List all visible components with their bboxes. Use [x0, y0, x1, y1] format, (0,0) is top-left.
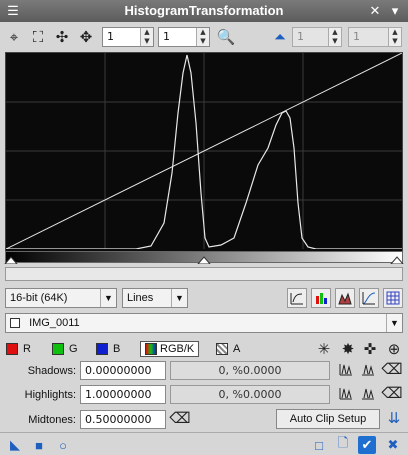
- shadows-readout: 0, %0.0000: [170, 361, 330, 380]
- arrow-up-icon[interactable]: ⏶: [270, 27, 290, 47]
- zoom-reset-icon[interactable]: 🔍: [216, 27, 236, 47]
- script-icon[interactable]: 🗋: [334, 435, 352, 454]
- image-icon: [10, 318, 20, 329]
- bit-depth-select[interactable]: 16-bit (64K) ▼: [5, 288, 117, 308]
- graph-style-select[interactable]: Lines ▼: [122, 288, 188, 308]
- clip-shadows-icon[interactable]: [336, 359, 356, 379]
- view-select[interactable]: IMG_0011 ▼: [5, 313, 403, 333]
- channel-rgbk-box: RGB/K: [140, 341, 200, 357]
- log-scale-icon[interactable]: [287, 288, 307, 308]
- channel-rgbk-label: RGB/K: [160, 343, 195, 355]
- channel-g-label: G: [69, 343, 78, 355]
- browse-documentation-icon[interactable]: □: [310, 436, 328, 454]
- apply-check-icon[interactable]: ✔: [358, 436, 376, 454]
- chevron-down-icon: ▼: [100, 289, 116, 307]
- shadows-handle-icon[interactable]: [4, 256, 18, 264]
- highlights-input[interactable]: 1.00000000: [80, 385, 166, 404]
- reset-highlights-icon[interactable]: ⌫: [381, 383, 402, 403]
- channel-r-label: R: [23, 343, 31, 355]
- channel-a[interactable]: A: [216, 341, 240, 357]
- title-bar: ☰ HistogramTransformation ✕ ▾: [0, 0, 408, 22]
- spinner-arrows-icon: ▲ ▼: [328, 28, 341, 46]
- channel-b-label: B: [113, 343, 121, 355]
- apply-global-icon[interactable]: ■: [30, 436, 48, 454]
- midtones-handle-icon[interactable]: [197, 256, 211, 264]
- horizontal-zoom-spinner[interactable]: 1 ▲ ▼: [102, 27, 154, 47]
- gear-icon[interactable]: ✸: [338, 339, 358, 359]
- spinner-arrows-icon[interactable]: ▲ ▼: [196, 28, 209, 46]
- vertical-zoom-spinner[interactable]: 1 ▲ ▼: [158, 27, 210, 47]
- highlights-readout: 0, %0.0000: [170, 385, 330, 404]
- window-title: HistogramTransformation: [124, 3, 284, 18]
- crosshair-icon[interactable]: ⌖: [4, 27, 24, 47]
- shadows-label: Shadows:: [27, 365, 76, 377]
- reticle-icon[interactable]: ⊕: [384, 339, 404, 359]
- new-instance-icon[interactable]: ◣: [6, 436, 24, 454]
- expand-down-icon[interactable]: ⇊: [384, 408, 404, 428]
- auto-clip-setup-button[interactable]: Auto Clip Setup: [276, 409, 380, 429]
- shade-icon[interactable]: ▾: [386, 2, 404, 20]
- grid-toggle-icon[interactable]: [383, 288, 403, 308]
- spinner-arrows-icon: ▲ ▼: [388, 28, 401, 46]
- red-swatch: [6, 343, 18, 355]
- histogram-graph: [6, 53, 402, 249]
- view-select-value: IMG_0011: [29, 317, 80, 329]
- clip-highlights-icon[interactable]: [336, 383, 356, 403]
- curve-view-icon[interactable]: [359, 288, 379, 308]
- zoom-out-mode-icon[interactable]: ✣: [52, 27, 72, 47]
- horizontal-scrollbar[interactable]: [5, 267, 403, 281]
- channel-r[interactable]: R: [6, 341, 31, 357]
- channel-a-label: A: [233, 343, 241, 355]
- zoom-in-mode-icon[interactable]: ⛶: [28, 27, 48, 47]
- rgb-histogram-icon[interactable]: [311, 288, 331, 308]
- input-range-value: 1: [297, 30, 304, 43]
- midtones-label: Midtones:: [28, 414, 76, 426]
- midtones-input[interactable]: 0.50000000: [80, 410, 166, 429]
- blue-swatch: [96, 343, 108, 355]
- crosshair-target-icon[interactable]: ✜: [360, 339, 380, 359]
- graph-style-value: Lines: [127, 292, 154, 304]
- clip-shadows-all-icon[interactable]: [358, 359, 378, 379]
- output-range-spinner: 1 ▲ ▼: [348, 27, 402, 47]
- toolbar: ⌖ ⛶ ✣ ✥ 1 ▲ ▼ 1 ▲ ▼ 🔍 ⏶ 1 ▲ ▼ 1 ▲ ▼: [0, 24, 408, 50]
- channel-g[interactable]: G: [52, 341, 78, 357]
- clip-highlights-all-icon[interactable]: [358, 383, 378, 403]
- highlights-label: Highlights:: [24, 389, 76, 401]
- channel-rgbk[interactable]: RGB/K: [140, 341, 200, 357]
- highlights-handle-icon[interactable]: [390, 256, 404, 264]
- rgb-swatch: [145, 343, 157, 355]
- alpha-swatch: [216, 343, 228, 355]
- real-time-preview-icon[interactable]: ○: [54, 436, 72, 454]
- spinner-arrows-icon[interactable]: ▲ ▼: [140, 28, 153, 46]
- green-swatch: [52, 343, 64, 355]
- bottom-toolbar: ◣ ■ ○ □ 🗋 ✔ ✖: [0, 432, 408, 455]
- channel-b[interactable]: B: [96, 341, 120, 357]
- shadows-input[interactable]: 0.00000000: [80, 361, 166, 380]
- slider-handles: [4, 256, 404, 264]
- chevron-down-icon: ▼: [386, 314, 402, 332]
- pan-mode-icon[interactable]: ✥: [76, 27, 96, 47]
- histogram-plot[interactable]: [5, 52, 403, 262]
- star-burst-icon[interactable]: ✳: [314, 339, 334, 359]
- output-range-value: 1: [353, 30, 360, 43]
- reset-shadows-icon[interactable]: ⌫: [381, 359, 402, 379]
- horizontal-zoom-value: 1: [107, 30, 114, 43]
- chevron-down-icon: ▼: [171, 289, 187, 307]
- input-range-spinner: 1 ▲ ▼: [292, 27, 342, 47]
- reset-icon[interactable]: ✖: [384, 436, 402, 454]
- composite-histogram-icon[interactable]: [335, 288, 355, 308]
- reset-midtones-icon[interactable]: ⌫: [169, 408, 190, 428]
- bit-depth-value: 16-bit (64K): [10, 292, 68, 304]
- minimize-icon[interactable]: ✕: [366, 2, 384, 20]
- vertical-zoom-value: 1: [163, 30, 170, 43]
